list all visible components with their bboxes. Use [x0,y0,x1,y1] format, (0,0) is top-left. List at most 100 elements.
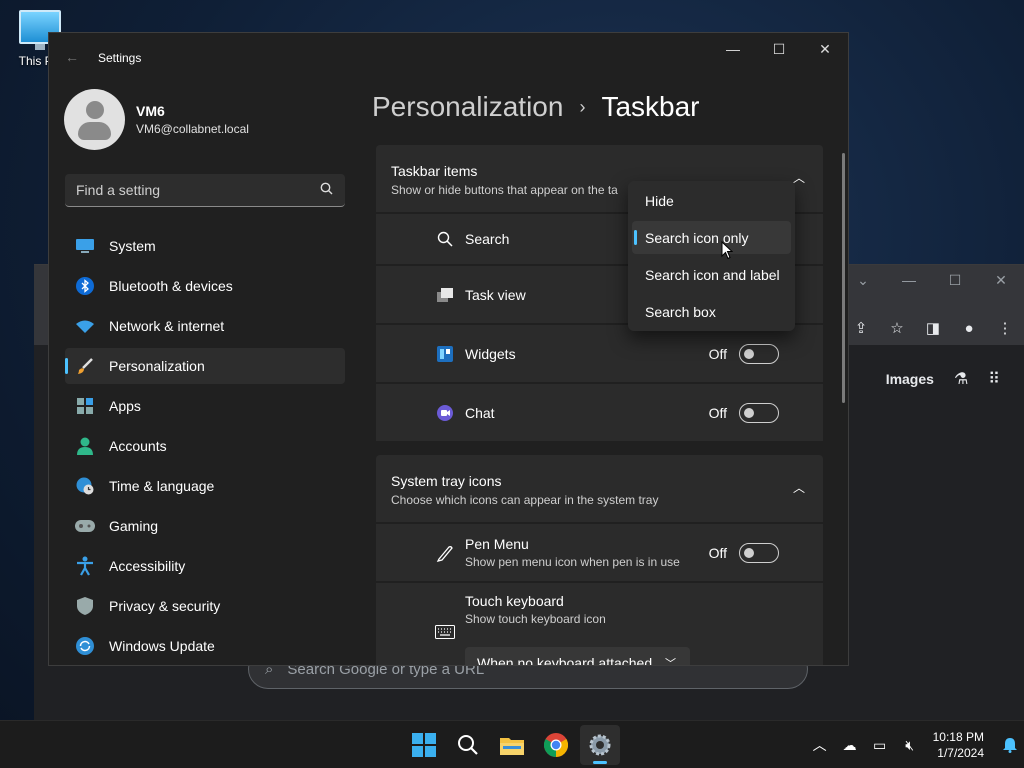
task-view-icon [435,287,455,302]
taskbar: ︿ ☁ ▭ 🔇︎ 10:18 PM 1/7/2024 [0,720,1024,768]
chat-icon [435,404,455,421]
sidebar-item-windows-update[interactable]: Windows Update [65,628,345,664]
globe-clock-icon [75,476,95,496]
select-value: When no keyboard attached [477,655,653,666]
dropdown-option-hide[interactable]: Hide [632,184,791,217]
clock-date: 1/7/2024 [937,746,984,760]
page-title: Taskbar [601,91,700,122]
keyboard-icon [435,625,455,639]
user-name: VM6 [136,103,165,119]
toggle-state-text: Off [708,345,727,362]
paintbrush-icon [75,356,95,376]
profile-icon[interactable]: ● [956,315,982,341]
minimize-button[interactable]: — [710,33,756,65]
minimize-button[interactable]: — [886,265,932,295]
sidebar-item-label: Accounts [109,438,167,454]
sidebar-item-label: System [109,238,156,254]
search-icon [458,735,478,755]
find-setting-input[interactable]: Find a setting [65,174,345,207]
share-icon[interactable]: ⇪ [848,315,874,341]
chat-toggle[interactable] [739,402,779,423]
search-mode-dropdown: Hide Search icon only Search icon and la… [628,181,795,331]
sidebar-item-label: Apps [109,398,141,414]
star-icon[interactable]: ☆ [884,315,910,341]
sidebar-item-accounts[interactable]: Accounts [65,428,345,464]
breadcrumb-parent[interactable]: Personalization [372,91,563,123]
sidebar-item-privacy[interactable]: Privacy & security [65,588,345,624]
sidebar-item-time-language[interactable]: Time & language [65,468,345,504]
apps-grid-icon[interactable]: ⠿ [988,369,1000,389]
widgets-toggle[interactable] [739,343,779,364]
avatar [64,89,125,150]
chevron-up-icon[interactable]: ︿ [793,169,805,186]
labs-icon[interactable]: ⚗ [954,369,968,389]
dropdown-option-search-box[interactable]: Search box [632,295,791,328]
browser-tools: ⇪ ☆ ◨ ● ⋮ [848,315,1018,341]
chrome-button[interactable] [536,725,576,765]
clock[interactable]: 10:18 PM 1/7/2024 [933,729,984,761]
sidebar-item-bluetooth[interactable]: Bluetooth & devices [65,268,345,304]
sidebar-item-gaming[interactable]: Gaming [65,508,345,544]
setting-label: Touch keyboard [465,593,564,609]
cloud-offline-icon[interactable]: ☁ [835,737,865,754]
close-button[interactable]: ✕ [802,33,848,65]
google-links: Images ⚗ ⠿ [886,369,1000,389]
clock-time: 10:18 PM [932,730,984,744]
system-tray: ︿ ☁ ▭ 🔇︎ 10:18 PM 1/7/2024 [805,721,1024,768]
taskbar-search-button[interactable] [448,725,488,765]
sidebar-item-label: Privacy & security [109,598,221,614]
widgets-icon [435,345,455,362]
file-explorer-button[interactable] [492,725,532,765]
breadcrumb: Personalization › Taskbar [372,91,700,123]
close-button[interactable]: ✕ [978,265,1024,295]
system-tray-header[interactable]: System tray icons Choose which icons can… [376,455,823,522]
sidebar-item-label: Personalization [109,358,205,374]
setting-label: Task view [465,286,526,303]
images-link[interactable]: Images [886,371,934,387]
accessibility-icon [75,556,95,576]
gear-icon [589,734,611,756]
sidebar-item-personalization[interactable]: Personalization [65,348,345,384]
sidebar-item-label: Time & language [109,478,215,494]
sidebar-item-accessibility[interactable]: Accessibility [65,548,345,584]
maximize-button[interactable]: ☐ [756,33,802,65]
dropdown-option-search-icon-and-label[interactable]: Search icon and label [632,258,791,291]
search-icon [435,231,455,247]
taskbar-apps [404,725,620,765]
maximize-button[interactable]: ☐ [932,265,978,295]
gamepad-icon [75,516,95,536]
user-email: VM6@collabnet.local [136,122,249,136]
sidebar-item-apps[interactable]: Apps [65,388,345,424]
more-menu-icon[interactable]: ⋮ [992,315,1018,341]
volume-muted-icon[interactable]: 🔇︎ [895,737,925,754]
settings-window: ← Settings — ☐ ✕ VM6 VM6@collabnet.local… [48,32,849,666]
group-subtitle: Choose which icons can appear in the sys… [391,493,659,507]
chevron-up-icon[interactable]: ︿ [805,735,835,755]
breadcrumb-separator: › [579,96,586,117]
setting-description: Show pen menu icon when pen is in use [465,555,680,569]
network-icon[interactable]: ▭ [865,737,895,754]
touch-keyboard-select[interactable]: When no keyboard attached ﹀ [465,647,690,666]
title-bar: ← Settings — ☐ ✕ [49,33,848,81]
notification-bell-icon[interactable] [996,737,1024,753]
chevron-up-icon[interactable]: ︿ [793,479,805,496]
settings-taskbar-button[interactable] [580,725,620,765]
sidebar-item-system[interactable]: System [65,228,345,264]
window-title: Settings [98,51,142,65]
setting-label: Chat [465,404,495,421]
start-button[interactable] [404,725,444,765]
shield-icon [75,596,95,616]
sidebar-nav: System Bluetooth & devices Network & int… [65,228,345,665]
pen-icon [435,544,455,562]
scrollbar[interactable] [842,153,845,403]
pen-menu-toggle[interactable] [739,542,779,563]
person-icon [75,436,95,456]
sidebar-item-label: Windows Update [109,638,215,654]
side-panel-icon[interactable]: ◨ [920,315,946,341]
setting-label: Search [465,231,510,247]
back-arrow-icon[interactable]: ← [65,49,79,65]
dropdown-option-search-icon-only[interactable]: Search icon only [632,221,791,254]
sidebar-item-network[interactable]: Network & internet [65,308,345,344]
group-title: System tray icons [391,473,502,489]
user-profile[interactable]: VM6 VM6@collabnet.local [64,89,249,150]
